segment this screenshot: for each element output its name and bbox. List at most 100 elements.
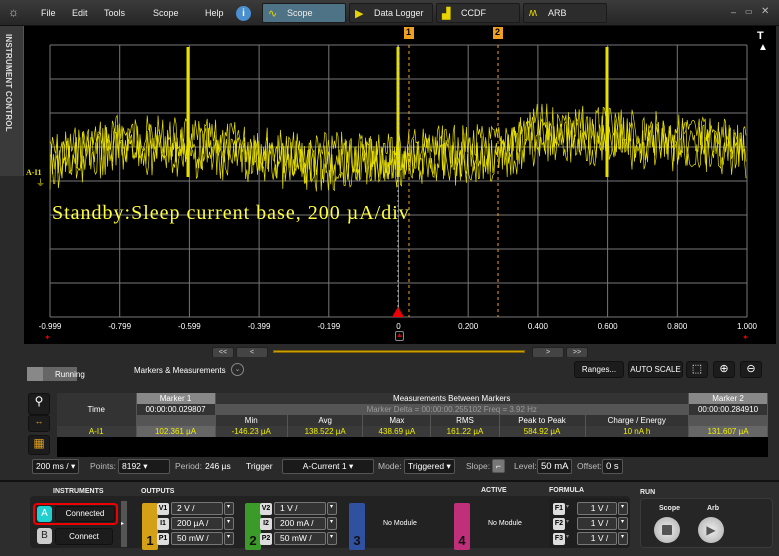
chevron-down-icon[interactable]: ⌄	[231, 363, 244, 376]
tab-scope[interactable]: ∿ Scope	[262, 3, 346, 23]
instrument-b[interactable]: B Connect	[35, 527, 120, 547]
expand-arrow-icon[interactable]: ▸	[121, 501, 127, 547]
close-icon[interactable]: ✕	[761, 6, 769, 17]
auto-scale-button[interactable]: AUTO SCALE	[628, 361, 683, 378]
output-scale-dropdown[interactable]: 200 mA /	[274, 517, 326, 530]
formula-row: F2 ▾ 1 V / ▾	[553, 517, 628, 531]
instrument-bar: INSTRUMENTS OUTPUTS ACTIVE FORMULA RUN A…	[0, 480, 779, 556]
zoom-in-icon[interactable]: ⊕	[713, 361, 735, 378]
marker-tool-icon[interactable]: ⚲	[28, 393, 50, 415]
instrument-b-connect-button[interactable]: Connect	[55, 528, 113, 545]
instrument-b-badge: B	[37, 528, 52, 544]
timebase-dropdown[interactable]: 200 ms / ▾	[32, 459, 80, 474]
side-tab-label: INSTRUMENT CONTROL	[4, 34, 13, 132]
output-4-chip[interactable]: 4	[454, 503, 470, 550]
x-tick-label: -0.999	[38, 322, 62, 331]
trigger-source-value: A-Current 1	[302, 461, 347, 471]
arb-wave-icon: ʍ	[529, 7, 537, 19]
formula-expand-icon[interactable]: ▾	[566, 518, 569, 525]
ranges-button[interactable]: Ranges...	[574, 361, 624, 378]
grid-layout-icon[interactable]: ▦	[28, 435, 50, 455]
info-icon[interactable]: i	[236, 6, 251, 21]
dropdown-arrow-icon[interactable]: ▾	[224, 532, 234, 545]
output-row: P1 50 mW / ▾	[157, 532, 247, 546]
dropdown-arrow-icon[interactable]: ▾	[618, 502, 628, 515]
marker-delta-icon[interactable]: ↔	[28, 415, 50, 432]
run-frame: Scope Arb ▶	[640, 498, 773, 548]
outputs-label: OUTPUTS	[141, 488, 175, 495]
tab-arb[interactable]: ʍ ARB	[523, 3, 607, 23]
formula-row: F3 ▾ 1 V / ▾	[553, 532, 628, 546]
measurements-table-area: Marker 1 Measurements Between Markers Mark…	[57, 393, 768, 457]
arb-play-button[interactable]: ▶	[698, 517, 724, 543]
formula-scale-dropdown[interactable]: 1 V /	[577, 517, 617, 530]
output-scale-dropdown[interactable]: 50 mW /	[274, 532, 326, 545]
dropdown-arrow-icon[interactable]: ▾	[618, 532, 628, 545]
waveform-spike	[605, 47, 609, 177]
waveform-spike	[186, 47, 190, 177]
output-scale-dropdown[interactable]: 2 V /	[171, 502, 223, 515]
time-label: Time	[57, 404, 137, 415]
zoom-box-icon[interactable]: ⬚	[686, 361, 708, 378]
markers-measurements-toggle[interactable]: Markers & Measurements	[134, 366, 226, 375]
output-3-chip[interactable]: 3	[349, 503, 365, 550]
formula-expand-icon[interactable]: ▾	[566, 533, 569, 540]
dropdown-arrow-icon[interactable]: ▾	[327, 517, 337, 530]
status-text: Running	[55, 370, 85, 379]
row-label: A-I1	[57, 426, 137, 437]
value-peak-to-peak: 584.92 µA	[499, 426, 586, 437]
menu-scope[interactable]: Scope	[153, 8, 179, 18]
output-row: P2 50 mW / ▾	[260, 532, 350, 546]
trigger-source-dropdown[interactable]: A-Current 1 ▾	[282, 459, 374, 474]
instrument-control-tab[interactable]: INSTRUMENT CONTROL	[0, 26, 24, 176]
trigger-position-icon[interactable]: ▲	[395, 331, 404, 341]
formula-expand-icon[interactable]: ▾	[566, 503, 569, 510]
waveform-plot[interactable]	[49, 27, 750, 320]
slope-icon[interactable]: ⌐	[492, 459, 505, 473]
minimize-icon[interactable]: –	[731, 7, 736, 17]
offset-input[interactable]: 0 s	[602, 459, 623, 474]
mode-label: Mode:	[378, 461, 402, 471]
dropdown-arrow-icon[interactable]: ▾	[224, 502, 234, 515]
dropdown-arrow-icon[interactable]: ▾	[327, 502, 337, 515]
menu-file[interactable]: File	[41, 8, 56, 18]
tab-label: Scope	[287, 8, 313, 18]
points-dropdown[interactable]: 8192 ▾	[118, 459, 170, 474]
menu-tools[interactable]: Tools	[104, 8, 125, 18]
tab-ccdf[interactable]: ▟ CCDF	[436, 3, 520, 23]
menu-help[interactable]: Help	[205, 8, 224, 18]
formula-scale-dropdown[interactable]: 1 V /	[577, 532, 617, 545]
menu-edit[interactable]: Edit	[72, 8, 88, 18]
measurements-table: Marker 1 Measurements Between Markers Mark…	[57, 393, 768, 437]
tab-label: CCDF	[461, 8, 486, 18]
output-row: I2 200 mA / ▾	[260, 517, 350, 531]
trigger-arrow-icon[interactable]: ▲	[758, 42, 768, 53]
output-scale-dropdown[interactable]: 200 µA /	[171, 517, 223, 530]
trigger-indicator: T	[757, 30, 764, 42]
level-input[interactable]: 50 mA	[537, 459, 573, 474]
output-2-chip[interactable]: 2	[245, 503, 261, 550]
marker1-value: 102.361 µA	[136, 426, 216, 437]
output-scale-dropdown[interactable]: 50 mW /	[171, 532, 223, 545]
maximize-icon[interactable]: ▭	[745, 7, 753, 16]
dropdown-arrow-icon[interactable]: ▾	[327, 532, 337, 545]
run-scope-label: Scope	[659, 505, 681, 512]
scope-stop-button[interactable]	[654, 517, 680, 543]
instrument-a-connected-button[interactable]: Connected	[55, 506, 115, 522]
formula-scale-dropdown[interactable]: 1 V /	[577, 502, 617, 515]
zoom-out-icon[interactable]: ⊖	[740, 361, 762, 378]
dropdown-arrow-icon[interactable]: ▾	[618, 517, 628, 530]
output-1-chip[interactable]: 1	[142, 503, 158, 550]
marker-1-label[interactable]: 1	[406, 27, 411, 37]
marker-2-label[interactable]: 2	[495, 27, 500, 37]
formula-label: FORMULA	[549, 487, 584, 494]
between-header: Measurements Between Markers	[215, 393, 689, 404]
timeline-scrollbar[interactable]	[273, 350, 525, 353]
output-3-status: No Module	[383, 520, 417, 527]
mode-dropdown[interactable]: Triggered ▾	[404, 459, 455, 474]
trigger-position-triangle[interactable]	[392, 307, 404, 317]
instrument-a[interactable]: A Connected	[33, 503, 118, 525]
dropdown-arrow-icon[interactable]: ▾	[224, 517, 234, 530]
output-scale-dropdown[interactable]: 1 V /	[274, 502, 326, 515]
tab-data-logger[interactable]: ▶ Data Logger	[349, 3, 433, 23]
